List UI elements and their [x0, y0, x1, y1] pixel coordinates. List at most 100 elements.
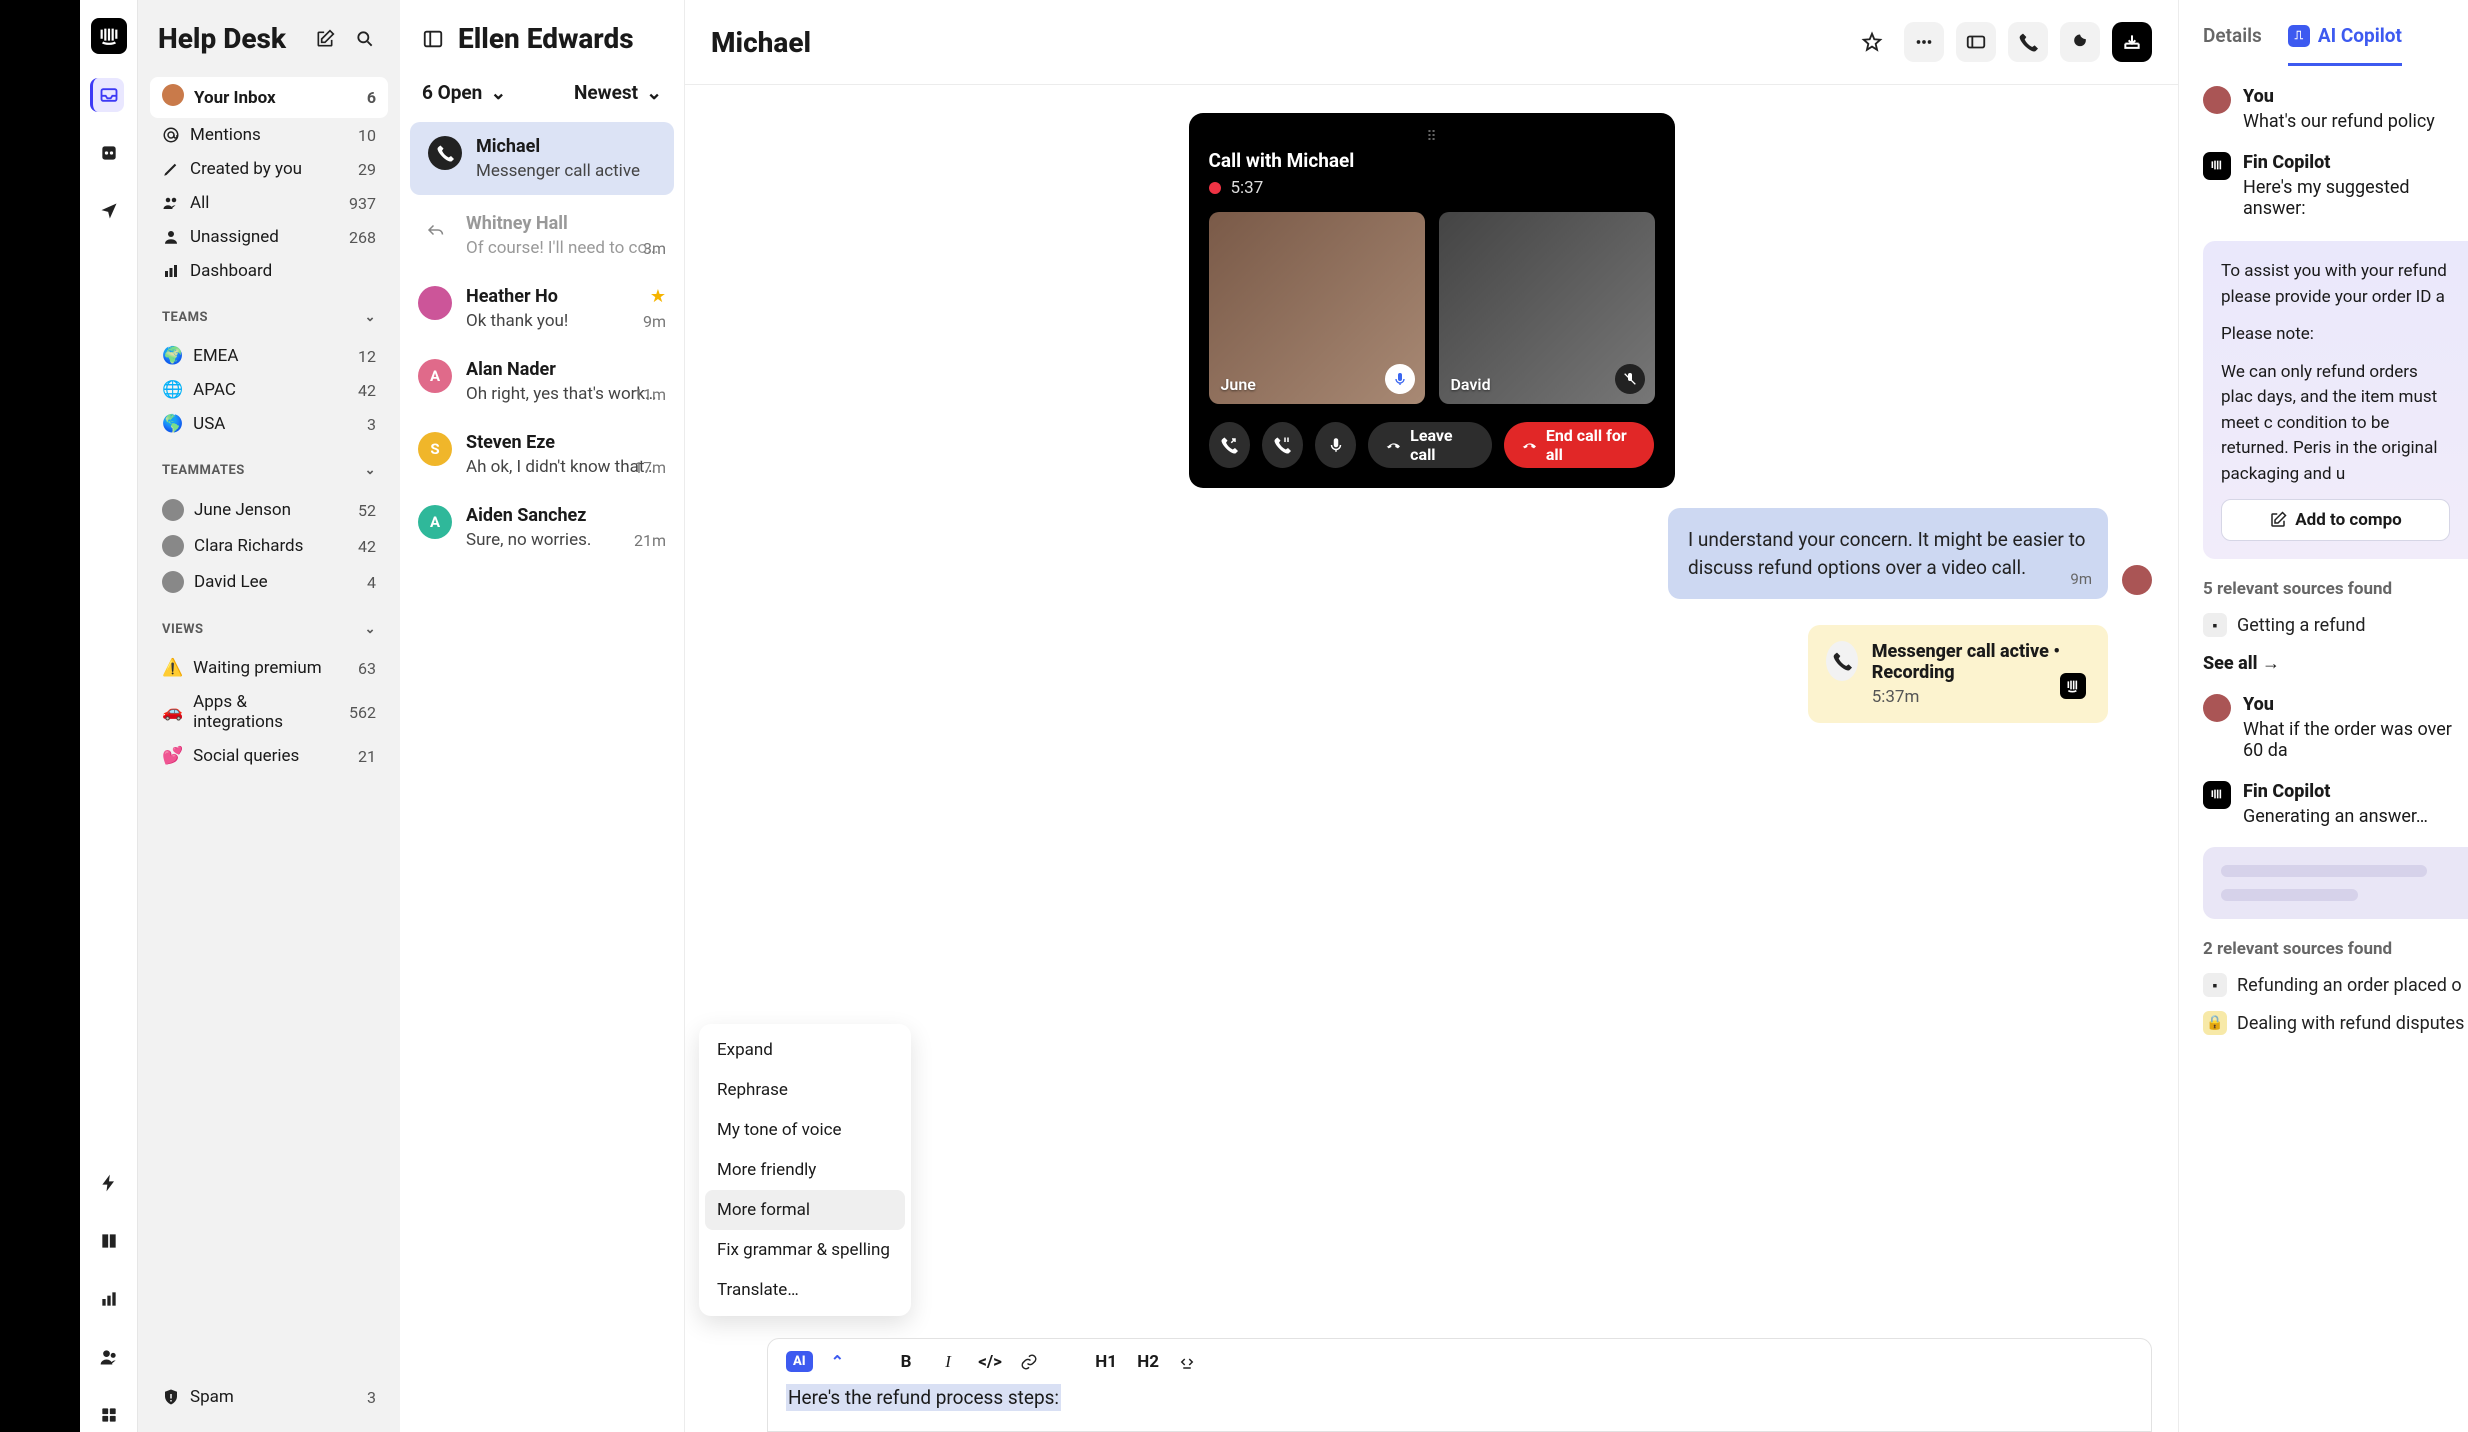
conversation-item[interactable]: A Alan NaderOh right, yes that's work… 1…: [400, 345, 684, 418]
call-hold-button[interactable]: [1262, 422, 1303, 468]
sidebar-item-mentions[interactable]: Mentions10: [150, 118, 388, 152]
avatar-icon: [162, 84, 184, 111]
ai-menu-rephrase[interactable]: Rephrase: [705, 1070, 905, 1110]
rail-send[interactable]: [92, 194, 126, 228]
h2-button[interactable]: H2: [1136, 1352, 1160, 1372]
conversation-item[interactable]: Whitney HallOf course! I'll need to co… …: [400, 199, 684, 272]
sort-newest[interactable]: Newest⌄: [574, 81, 662, 104]
ai-chip[interactable]: AI: [786, 1351, 813, 1372]
code-button[interactable]: </>: [978, 1352, 1002, 1372]
sidebar-item-unassigned[interactable]: Unassigned268: [150, 220, 388, 254]
chevron-up-icon[interactable]: ⌃: [831, 1352, 844, 1371]
ai-menu-translate-[interactable]: Translate…: [705, 1270, 905, 1310]
ai-menu-my-tone-of-voice[interactable]: My tone of voice: [705, 1110, 905, 1150]
rail-reports[interactable]: [92, 1282, 126, 1316]
tab-details[interactable]: Details: [2203, 24, 2262, 66]
conversation-item[interactable]: A Aiden SanchezSure, no worries. 21m: [400, 491, 684, 564]
h1-button[interactable]: H1: [1094, 1352, 1118, 1372]
section-teams[interactable]: TEAMS⌄: [150, 296, 388, 331]
record-indicator-icon: [1209, 182, 1221, 194]
link-button[interactable]: [1020, 1353, 1044, 1371]
panel-toggle-icon[interactable]: [422, 28, 444, 50]
rail-book[interactable]: [92, 1224, 126, 1258]
ai-menu-fix-grammar-spelling[interactable]: Fix grammar & spelling: [705, 1230, 905, 1270]
drag-handle-icon[interactable]: ⠿: [1209, 129, 1655, 145]
sidebar-item-june-jenson[interactable]: June Jenson52: [150, 492, 388, 528]
chevron-down-icon: ⌄: [365, 463, 376, 478]
conversation-list: Ellen Edwards 6 Open⌄ Newest⌄ MichaelMes…: [400, 0, 685, 1432]
rail-people[interactable]: [92, 1340, 126, 1374]
end-call-button[interactable]: End call for all: [1504, 422, 1655, 468]
conversation-item[interactable]: MichaelMessenger call active: [410, 122, 674, 195]
call-button[interactable]: [2008, 22, 2048, 62]
source-item[interactable]: ▪Getting a refund: [2203, 613, 2468, 637]
sidebar-item-apps-&-integrations[interactable]: 🚗Apps & integrations562: [150, 685, 388, 739]
doc-icon: ▪: [2203, 613, 2227, 637]
inbox-owner: Ellen Edwards: [458, 22, 634, 55]
section-views[interactable]: VIEWS⌄: [150, 608, 388, 643]
conversation-item[interactable]: S Steven EzeAh ok, I didn't know that… 1…: [400, 418, 684, 491]
conversation-avatar: [428, 136, 462, 170]
codeblock-button[interactable]: [1178, 1353, 1202, 1371]
source-item[interactable]: 🔒Dealing with refund disputes: [2203, 1011, 2468, 1035]
chevron-down-icon: ⌄: [490, 81, 506, 104]
leave-call-button[interactable]: Leave call: [1368, 422, 1492, 468]
star-icon: ★: [650, 286, 666, 307]
ai-menu-more-formal[interactable]: More formal: [705, 1190, 905, 1230]
sidebar-item-apac[interactable]: 🌐APAC42: [150, 373, 388, 407]
mic-on-icon: [1385, 364, 1415, 394]
filter-open[interactable]: 6 Open⌄: [422, 81, 506, 104]
sidebar-item-david-lee[interactable]: David Lee4: [150, 564, 388, 600]
chevron-down-icon: ⌄: [365, 622, 376, 637]
section-teammates[interactable]: TEAMMATES⌄: [150, 449, 388, 484]
sidebar-item-created-by-you[interactable]: Created by you29: [150, 152, 388, 186]
rail-inbox[interactable]: [90, 78, 124, 112]
ai-badge-icon: ⎍: [2288, 25, 2310, 47]
sidebar-item-all[interactable]: All937: [150, 186, 388, 220]
loading-skeleton: [2203, 847, 2468, 919]
star-button[interactable]: [1852, 22, 1892, 62]
message-time: 9m: [2070, 569, 2092, 591]
see-all-sources[interactable]: See all →: [2203, 653, 2468, 674]
rail-bolt[interactable]: [92, 1166, 126, 1200]
avatar: [162, 535, 184, 557]
avatar: [162, 571, 184, 593]
copilot-answer: To assist you with your refund please pr…: [2203, 241, 2468, 559]
more-button[interactable]: [1904, 22, 1944, 62]
people-icon: [162, 194, 180, 212]
ai-menu-expand[interactable]: Expand: [705, 1030, 905, 1070]
tab-ai-copilot[interactable]: ⎍AI Copilot: [2288, 24, 2402, 66]
phone-icon: [1826, 641, 1858, 681]
sidebar-item-spam[interactable]: Spam 3: [150, 1380, 388, 1414]
bold-button[interactable]: B: [894, 1352, 918, 1372]
snooze-button[interactable]: [2060, 22, 2100, 62]
sidebar-item-emea[interactable]: 🌍EMEA12: [150, 339, 388, 373]
sidebar-item-clara-richards[interactable]: Clara Richards42: [150, 528, 388, 564]
ticket-button[interactable]: [1956, 22, 1996, 62]
mute-button[interactable]: [1315, 422, 1356, 468]
rail-apps[interactable]: [92, 1398, 126, 1432]
composer[interactable]: AI ⌃ B I </> H1 H2 Here's the refund pro…: [767, 1338, 2152, 1432]
user-avatar: [2203, 86, 2231, 114]
conversation-avatar: S: [418, 432, 452, 466]
bot-avatar-icon: [2203, 152, 2231, 180]
sidebar-item-dashboard[interactable]: Dashboard: [150, 254, 388, 288]
sidebar-item-usa[interactable]: 🌎USA3: [150, 407, 388, 441]
sidebar-item-your-inbox[interactable]: Your Inbox6: [150, 77, 388, 118]
source-item[interactable]: ▪Refunding an order placed o: [2203, 973, 2468, 997]
italic-button[interactable]: I: [936, 1352, 960, 1372]
conversation-avatar: [418, 213, 452, 247]
compose-button[interactable]: [310, 24, 340, 54]
sidebar-item-social-queries[interactable]: 💕Social queries21: [150, 739, 388, 773]
app-logo: [91, 18, 127, 54]
call-transfer-button[interactable]: [1209, 422, 1250, 468]
conversation-item[interactable]: Heather HoOk thank you! ★ 9m: [400, 272, 684, 345]
shield-icon: [162, 1388, 180, 1406]
sidebar-item-waiting-premium[interactable]: ⚠️Waiting premium63: [150, 651, 388, 685]
composer-text[interactable]: Here's the refund process steps:: [786, 1384, 1061, 1411]
rail-automation[interactable]: [92, 136, 126, 170]
close-conversation-button[interactable]: [2112, 22, 2152, 62]
ai-menu-more-friendly[interactable]: More friendly: [705, 1150, 905, 1190]
add-to-composer-button[interactable]: Add to compo: [2221, 499, 2450, 541]
search-button[interactable]: [350, 24, 380, 54]
